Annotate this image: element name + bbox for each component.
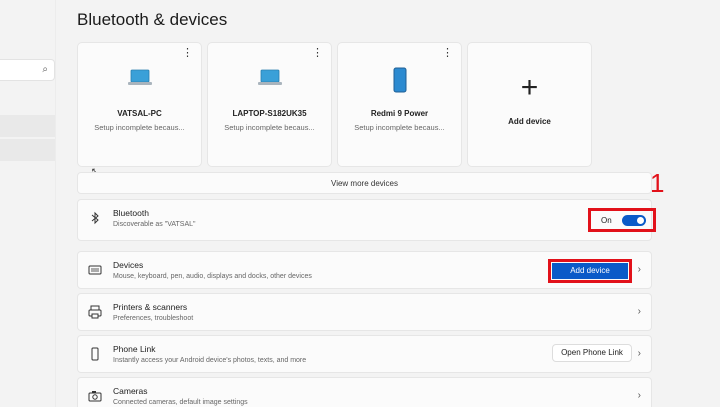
phone-link-row[interactable]: Phone Link Instantly access your Android… <box>77 335 652 373</box>
device-card-redmi[interactable]: ⋮ Redmi 9 Power Setup incomplete becaus.… <box>337 42 462 167</box>
add-device-label: Add device <box>508 117 551 126</box>
sidebar-search-input[interactable]: ⌕ <box>0 59 55 81</box>
cameras-title: Cameras <box>113 386 148 396</box>
printers-scanners-row[interactable]: Printers & scanners Preferences, trouble… <box>77 293 652 331</box>
more-options-icon[interactable]: ⋮ <box>312 48 323 59</box>
devices-icon <box>88 265 102 275</box>
bluetooth-toggle-highlight: On <box>588 208 656 232</box>
chevron-right-icon: › <box>637 348 641 359</box>
bluetooth-icon <box>91 211 99 225</box>
add-device-highlight: Add device <box>548 259 632 283</box>
phone-link-title: Phone Link <box>113 344 156 354</box>
laptop-icon <box>257 69 282 85</box>
search-icon[interactable]: ⌕ <box>42 64 48 75</box>
bluetooth-row: Bluetooth Discoverable as "VATSAL" On <box>77 199 656 241</box>
camera-icon <box>88 391 102 402</box>
open-phone-link-button[interactable]: Open Phone Link <box>552 344 632 362</box>
device-name: LAPTOP-S182UK35 <box>232 109 307 118</box>
devices-row[interactable]: Devices Mouse, keyboard, pen, audio, dis… <box>77 251 652 289</box>
chevron-right-icon: › <box>637 264 641 275</box>
page-title: Bluetooth & devices <box>77 10 228 29</box>
sidebar-item[interactable] <box>0 115 55 137</box>
printers-title: Printers & scanners <box>113 302 188 312</box>
devices-subtitle: Mouse, keyboard, pen, audio, displays an… <box>113 273 312 280</box>
more-options-icon[interactable]: ⋮ <box>442 48 453 59</box>
more-options-icon[interactable]: ⋮ <box>182 48 193 59</box>
device-status: Setup incomplete becaus... <box>224 123 315 132</box>
printer-icon <box>88 305 102 319</box>
bluetooth-toggle-label: On <box>601 216 612 225</box>
device-card-vatsal-pc[interactable]: ⋮ VATSAL-PC Setup incomplete becaus... <box>77 42 202 167</box>
device-status: Setup incomplete becaus... <box>94 123 185 132</box>
toggle-knob <box>637 216 644 224</box>
cameras-row[interactable]: Cameras Connected cameras, default image… <box>77 377 652 407</box>
phone-icon <box>393 67 406 93</box>
callout-number: 1 <box>650 168 665 198</box>
bluetooth-title: Bluetooth <box>113 208 149 218</box>
printers-subtitle: Preferences, troubleshoot <box>113 315 194 322</box>
device-name: Redmi 9 Power <box>370 109 429 118</box>
phone-link-subtitle: Instantly access your Android device's p… <box>113 357 307 364</box>
device-status: Setup incomplete becaus... <box>354 123 445 132</box>
plus-icon: + <box>520 71 539 104</box>
bluetooth-toggle[interactable] <box>622 214 646 226</box>
device-name: VATSAL-PC <box>117 109 162 118</box>
chevron-right-icon: › <box>637 306 641 317</box>
view-more-devices-button[interactable]: View more devices <box>77 172 652 194</box>
cameras-subtitle: Connected cameras, default image setting… <box>113 399 248 406</box>
laptop-icon <box>127 69 152 85</box>
sidebar-item[interactable] <box>0 139 55 161</box>
add-device-button[interactable]: Add device <box>552 263 628 279</box>
bluetooth-subtitle: Discoverable as "VATSAL" <box>113 221 196 228</box>
add-device-card[interactable]: + Add device <box>467 42 592 167</box>
chevron-right-icon: › <box>637 390 641 401</box>
phone-link-icon <box>91 347 99 361</box>
device-card-laptop[interactable]: ⋮ LAPTOP-S182UK35 Setup incomplete becau… <box>207 42 332 167</box>
devices-title: Devices <box>113 260 144 270</box>
